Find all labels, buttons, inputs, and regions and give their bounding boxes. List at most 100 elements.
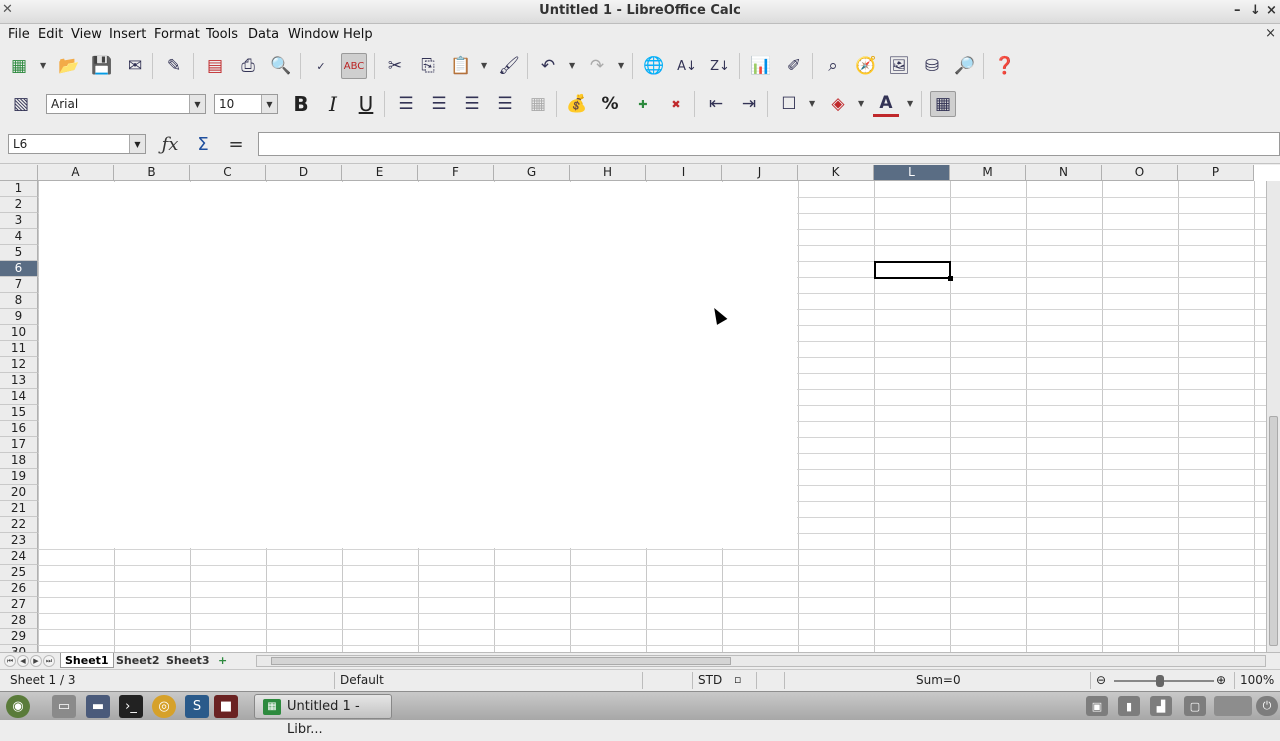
zoom-slider-knob[interactable] xyxy=(1156,675,1164,687)
row-header-6[interactable]: 6 xyxy=(0,261,38,277)
background-color-icon[interactable]: ◈ xyxy=(825,91,851,117)
align-center-icon[interactable]: ☰ xyxy=(426,91,452,117)
signal-tray-icon[interactable]: ▟ xyxy=(1150,696,1172,716)
horizontal-scrollbar[interactable] xyxy=(256,655,1266,667)
row-header-17[interactable]: 17 xyxy=(0,437,38,453)
tab-sheet1[interactable]: Sheet1 xyxy=(60,653,114,668)
column-header-g[interactable]: G xyxy=(494,165,570,181)
row-header-14[interactable]: 14 xyxy=(0,389,38,405)
screen-recorder-icon[interactable]: ■ xyxy=(214,695,238,718)
document-close-icon[interactable]: × xyxy=(1265,26,1276,41)
formula-input[interactable] xyxy=(258,132,1280,156)
network-tray-icon[interactable]: ▣ xyxy=(1086,696,1108,716)
row-header-25[interactable]: 25 xyxy=(0,565,38,581)
navigator-icon[interactable]: 🧭 xyxy=(853,53,879,79)
chevron-down-icon[interactable]: ▼ xyxy=(129,135,145,153)
chart-icon[interactable]: 📊 xyxy=(748,53,774,79)
clone-formatting-icon[interactable]: 🖌 xyxy=(496,53,522,79)
font-name-combo[interactable]: Arial ▼ xyxy=(46,94,206,114)
menu-data[interactable]: Data xyxy=(248,27,279,42)
column-header-e[interactable]: E xyxy=(342,165,418,181)
active-cell-cursor[interactable] xyxy=(874,261,953,281)
delete-decimal-icon[interactable]: ✖ xyxy=(663,91,689,117)
sum-icon[interactable]: Σ xyxy=(190,132,216,156)
toggle-grid-icon[interactable]: ▦ xyxy=(930,91,956,117)
battery-tray-icon[interactable]: ▮ xyxy=(1118,696,1140,716)
zoom-in-icon[interactable]: ⊕ xyxy=(1216,673,1226,687)
fill-handle[interactable] xyxy=(948,276,953,281)
row-header-19[interactable]: 19 xyxy=(0,469,38,485)
help-icon[interactable]: ❓ xyxy=(992,53,1018,79)
zoom-out-icon[interactable]: ⊖ xyxy=(1096,673,1106,687)
row-header-27[interactable]: 27 xyxy=(0,597,38,613)
maximize-button[interactable]: ↓ xyxy=(1250,3,1261,18)
last-sheet-icon[interactable]: ⏭ xyxy=(43,655,55,667)
column-header-m[interactable]: M xyxy=(950,165,1026,181)
next-sheet-icon[interactable]: ▶ xyxy=(30,655,42,667)
merge-cells-icon[interactable]: ▦ xyxy=(525,91,551,117)
column-header-a[interactable]: A xyxy=(38,165,114,181)
data-sources-icon[interactable]: ⛁ xyxy=(919,53,945,79)
column-header-b[interactable]: B xyxy=(114,165,190,181)
borders-dropdown-icon[interactable]: ▼ xyxy=(809,99,815,108)
row-header-5[interactable]: 5 xyxy=(0,245,38,261)
first-sheet-icon[interactable]: ⏮ xyxy=(4,655,16,667)
sum-indicator[interactable]: Sum=0 xyxy=(916,673,961,687)
tab-sheet2[interactable]: Sheet2 xyxy=(112,653,164,668)
zoom-slider[interactable] xyxy=(1114,680,1214,682)
add-decimal-icon[interactable]: ✚ xyxy=(630,91,656,117)
paste-icon[interactable]: 📋 xyxy=(448,53,474,79)
row-header-22[interactable]: 22 xyxy=(0,517,38,533)
row-header-18[interactable]: 18 xyxy=(0,453,38,469)
chevron-down-icon[interactable]: ▼ xyxy=(189,95,205,113)
close-button[interactable]: × xyxy=(1266,3,1277,18)
tab-sheet3[interactable]: Sheet3 xyxy=(162,653,214,668)
row-header-30[interactable]: 30 xyxy=(0,645,38,652)
increase-indent-icon[interactable]: ⇥ xyxy=(736,91,762,117)
column-header-p[interactable]: P xyxy=(1178,165,1254,181)
add-sheet-button[interactable]: + xyxy=(214,653,231,668)
row-header-21[interactable]: 21 xyxy=(0,501,38,517)
row-header-12[interactable]: 12 xyxy=(0,357,38,373)
row-header-9[interactable]: 9 xyxy=(0,309,38,325)
draw-functions-icon[interactable]: ✐ xyxy=(781,53,807,79)
row-header-10[interactable]: 10 xyxy=(0,325,38,341)
column-header-f[interactable]: F xyxy=(418,165,494,181)
paste-dropdown-icon[interactable]: ▼ xyxy=(481,61,487,70)
open-folder-icon[interactable]: 📂 xyxy=(56,53,82,79)
zoom-level[interactable]: 100% xyxy=(1240,673,1274,687)
row-header-15[interactable]: 15 xyxy=(0,405,38,421)
function-wizard-icon[interactable]: ƒx xyxy=(157,132,183,156)
horizontal-scroll-thumb[interactable] xyxy=(271,657,731,665)
column-header-l[interactable]: L xyxy=(874,165,950,181)
prev-sheet-icon[interactable]: ◀ xyxy=(17,655,29,667)
row-header-1[interactable]: 1 xyxy=(0,181,38,197)
underline-button[interactable]: U xyxy=(353,91,379,117)
formula-equals-icon[interactable]: = xyxy=(223,132,249,156)
chevron-down-icon[interactable]: ▼ xyxy=(261,95,277,113)
column-header-j[interactable]: J xyxy=(722,165,798,181)
app-launcher-icon[interactable]: S xyxy=(185,695,209,718)
gallery-icon[interactable]: 🖼 xyxy=(886,53,912,79)
row-header-16[interactable]: 16 xyxy=(0,421,38,437)
select-all-corner[interactable] xyxy=(0,165,38,181)
column-header-i[interactable]: I xyxy=(646,165,722,181)
show-desktop-icon[interactable]: ▬ xyxy=(86,695,110,718)
page-style[interactable]: Default xyxy=(340,673,384,687)
menu-insert[interactable]: Insert xyxy=(109,27,146,42)
menu-format[interactable]: Format xyxy=(154,27,200,42)
cell-area[interactable] xyxy=(39,182,797,548)
row-header-29[interactable]: 29 xyxy=(0,629,38,645)
background-color-dropdown-icon[interactable]: ▼ xyxy=(858,99,864,108)
vertical-scroll-thumb[interactable] xyxy=(1269,416,1278,646)
align-right-icon[interactable]: ☰ xyxy=(459,91,485,117)
new-document-icon[interactable]: ▦ xyxy=(6,53,32,79)
decrease-indent-icon[interactable]: ⇤ xyxy=(703,91,729,117)
print-preview-icon[interactable]: 🔍 xyxy=(268,53,294,79)
taskbar-calc-task[interactable]: ▦ Untitled 1 - Libr... xyxy=(254,694,392,737)
row-header-28[interactable]: 28 xyxy=(0,613,38,629)
menu-edit[interactable]: Edit xyxy=(38,27,63,42)
bold-button[interactable]: B xyxy=(288,91,314,117)
font-color-icon[interactable]: A xyxy=(873,91,899,117)
menu-window[interactable]: Window xyxy=(288,27,339,42)
